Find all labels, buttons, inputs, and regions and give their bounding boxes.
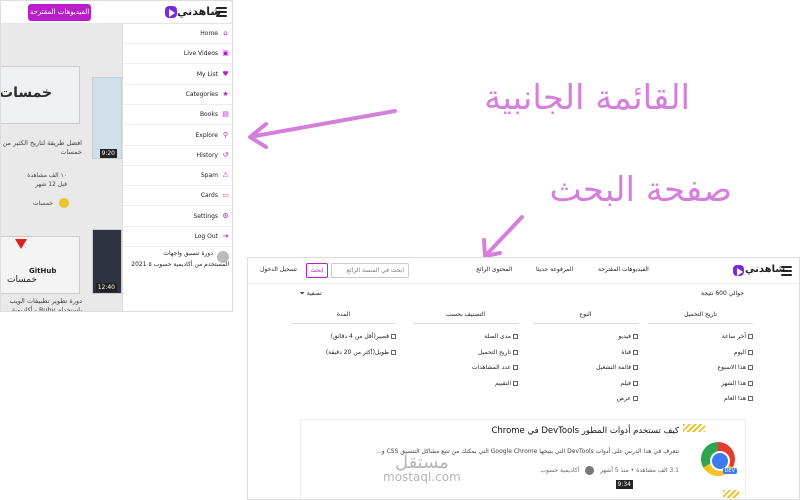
filter-label: تصفية: [306, 290, 322, 297]
watermark: مستقل mostaql.com: [383, 452, 461, 485]
filter-option-label: قناة: [621, 348, 631, 356]
search-page-screenshot: شاهدني الفيديوهات المقترحة المرفوعة حديث…: [247, 257, 800, 500]
nav-recently-uploaded[interactable]: المرفوعة حديثا: [536, 266, 573, 273]
filter-option[interactable]: قائمة التشغيل: [533, 364, 638, 371]
checkbox[interactable]: [513, 365, 518, 370]
watermark-latin: mostaql.com: [383, 470, 461, 484]
checkbox[interactable]: [513, 334, 518, 339]
filter-option[interactable]: عدد المشاهدات: [413, 364, 518, 371]
filter-option[interactable]: قناة: [533, 349, 638, 356]
filter-option[interactable]: التقييم: [413, 380, 518, 387]
checkbox[interactable]: [748, 396, 753, 401]
filter-option[interactable]: هذا الاسبوع: [648, 364, 753, 371]
filter-divider: [533, 323, 638, 324]
nav-suggested-videos[interactable]: الفيديوهات المقترحة: [598, 266, 649, 273]
result-views: 3.1 الف مشاهدة: [636, 467, 679, 474]
checkbox[interactable]: [748, 380, 753, 386]
filter-option-label: تاريخ التحميل: [478, 348, 511, 356]
filter-option[interactable]: هذا الشهر: [648, 380, 753, 387]
checkbox[interactable]: [748, 365, 753, 370]
checkbox[interactable]: [513, 380, 518, 386]
filter-option-label: طويل(أكثر من 20 دقيقة): [325, 348, 389, 356]
filter-option-label: هذا الشهر: [721, 379, 746, 387]
filter-option-label: قصير(أقل من 4 دقائق): [330, 333, 389, 340]
filter-option[interactable]: فيلم: [533, 380, 638, 387]
filter-option-label: فيديو: [618, 333, 631, 340]
checkbox[interactable]: [633, 349, 638, 355]
checkbox[interactable]: [633, 365, 638, 370]
filter-toggle[interactable]: ⏷ تصفية: [300, 290, 322, 298]
filter-divider: [648, 323, 753, 324]
checkbox[interactable]: [748, 349, 753, 355]
filter-option-label: فيلم: [620, 379, 631, 387]
stripe-decoration: [683, 424, 705, 432]
logo-play-icon: [733, 265, 744, 276]
result-count: حوالي 600 نتيجة: [701, 290, 744, 297]
filter-option-label: هذا العام: [724, 395, 746, 402]
filter-option[interactable]: طويل(أكثر من 20 دقيقة): [291, 349, 396, 356]
filter-option[interactable]: قصير(أقل من 4 دقائق): [291, 333, 396, 340]
result-age: منذ 5 أشهر: [600, 467, 629, 474]
logo-text: شاهدني: [745, 264, 786, 275]
search-input[interactable]: [331, 263, 409, 278]
filter-option[interactable]: اليوم: [648, 349, 753, 356]
filter-heading: التصنيف بحسب: [445, 311, 486, 318]
filter-heading: تاريخ التحميل: [684, 311, 717, 318]
filter-divider: [291, 323, 396, 324]
filter-option-label: مدى الصلة: [484, 333, 511, 340]
result-channel: أكاديمية حسوب: [540, 467, 580, 474]
filter-divider: [413, 323, 518, 324]
filter-option-label: آخر ساعة: [721, 333, 746, 340]
search-result-card[interactable]: كيف تستخدم أدوات المطور DevTools في Chro…: [300, 419, 746, 499]
filter-heading: المدة: [336, 311, 351, 318]
filter-icon: ⏷: [300, 290, 305, 297]
stripe-decoration: [723, 490, 739, 498]
filter-option[interactable]: هذا العام: [648, 395, 753, 402]
search-shot-header: شاهدني الفيديوهات المقترحة المرفوعة حديث…: [248, 258, 799, 284]
nav-trending[interactable]: المحتوى الرائج: [476, 266, 512, 273]
filter-heading: النوع: [579, 311, 592, 318]
channel-avatar: [585, 466, 595, 475]
checkbox[interactable]: [633, 396, 638, 401]
duration-badge: 9:34: [615, 480, 633, 489]
filter-option[interactable]: آخر ساعة: [648, 333, 753, 340]
filter-option[interactable]: مدى الصلة: [413, 333, 518, 340]
filter-option-label: هذا الاسبوع: [717, 364, 747, 371]
search-button[interactable]: ابحث: [306, 263, 328, 278]
filter-option[interactable]: فيديو: [533, 333, 638, 340]
filter-option-label: عرض: [616, 395, 631, 402]
checkbox[interactable]: [748, 334, 753, 339]
filter-option-label: عدد المشاهدات: [471, 364, 511, 371]
watermark-arabic: مستقل: [394, 452, 449, 473]
login-link[interactable]: تسجيل الدخول: [260, 266, 297, 273]
dev-badge: DEV: [722, 468, 737, 474]
filter-option-label: اليوم: [733, 348, 746, 356]
filter-option-label: قائمة التشغيل: [596, 364, 631, 371]
filter-option[interactable]: تاريخ التحميل: [413, 349, 518, 356]
checkbox[interactable]: [391, 349, 396, 355]
result-meta: 3.1 الف مشاهدة • منذ 5 أشهر أكاديمية حسو…: [540, 466, 679, 475]
checkbox[interactable]: [513, 349, 518, 355]
filter-option-label: التقييم: [495, 379, 511, 387]
checkbox[interactable]: [391, 334, 396, 339]
filter-option[interactable]: عرض: [533, 395, 638, 402]
result-title[interactable]: كيف تستخدم أدوات المطور DevTools في Chro…: [491, 426, 679, 436]
checkbox[interactable]: [633, 334, 638, 339]
checkbox[interactable]: [633, 380, 638, 386]
